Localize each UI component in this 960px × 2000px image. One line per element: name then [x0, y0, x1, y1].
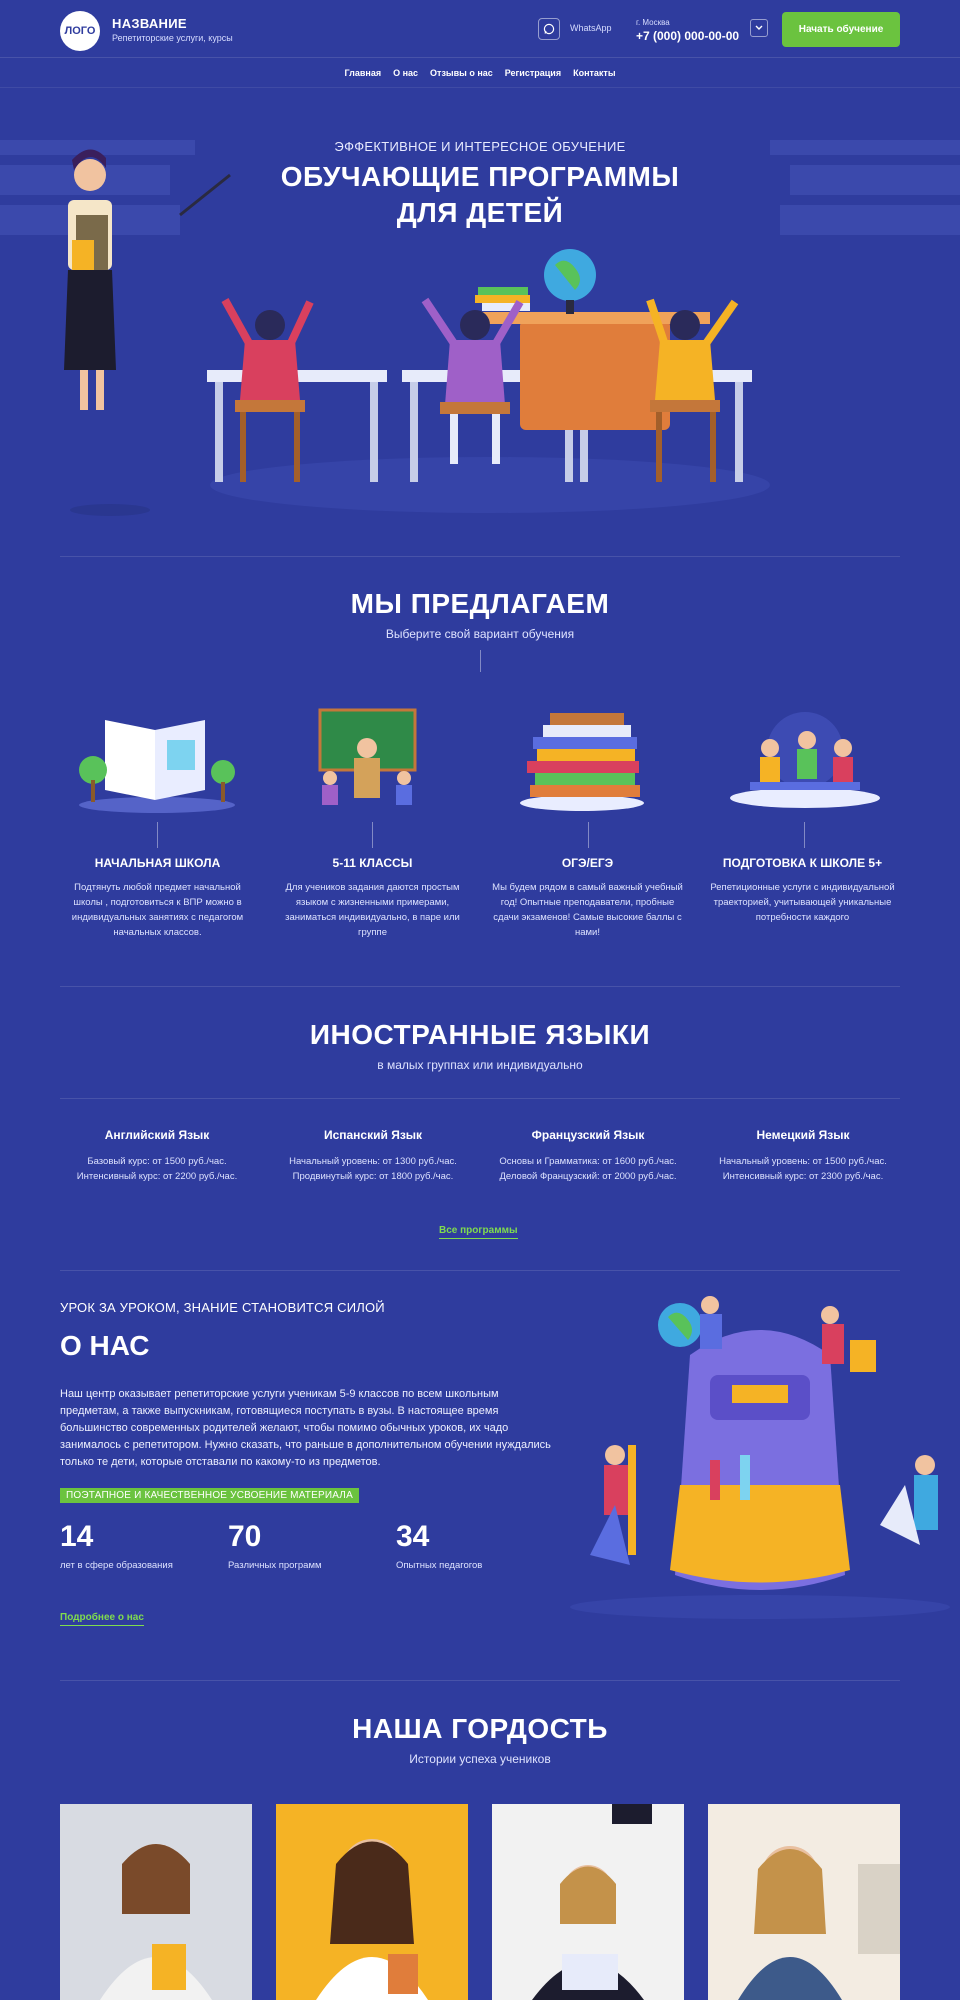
whatsapp-label[interactable]: WhatsApp	[570, 23, 612, 33]
student-photo[interactable]	[708, 1804, 900, 2000]
offer-card-grades-5-11[interactable]: 5-11 КЛАССЫ Для учеников задания даются …	[275, 856, 470, 940]
offer-card-exams[interactable]: ОГЭ/ЕГЭ Мы будем рядом в самый важный уч…	[490, 856, 685, 940]
divider	[60, 986, 900, 987]
language-price: Деловой Французский: от 2000 руб./час.	[499, 1171, 677, 1182]
offer-subtitle: Выберите свой вариант обучения	[385, 627, 575, 641]
nav-item-about[interactable]: О нас	[393, 68, 418, 78]
whatsapp-button[interactable]	[538, 18, 560, 40]
language-price: Начальный уровень: от 1300 руб./час.	[289, 1156, 457, 1167]
card-title: ПОДГОТОВКА К ШКОЛЕ 5+	[722, 856, 883, 870]
card-divider-line	[157, 822, 158, 848]
book-stack-illustration	[520, 713, 644, 811]
nav-item-home[interactable]: Главная	[344, 68, 381, 78]
language-price: Продвинутый курс: от 1800 руб./час.	[292, 1171, 454, 1182]
card-divider-line	[804, 822, 805, 848]
language-price: Начальный уровень: от 1500 руб./час.	[719, 1156, 887, 1167]
hero-title: ОБУЧАЮЩИЕ ПРОГРАММЫ ДЛЯ ДЕТЕЙ	[0, 159, 960, 231]
language-title: Английский Язык	[104, 1128, 210, 1142]
students	[221, 297, 739, 482]
divider	[60, 556, 900, 557]
about-badge: ПОЭТАПНОЕ И КАЧЕСТВЕННОЕ УСВОЕНИЕ МАТЕРИ…	[60, 1488, 359, 1503]
backpack-illustration	[570, 1296, 950, 1619]
hero-title-line-2: ДЛЯ ДЕТЕЙ	[396, 197, 564, 228]
stat-number: 14	[60, 1520, 94, 1553]
brand-name: НАЗВАНИЕ	[112, 16, 187, 31]
chevron-down-icon	[755, 25, 763, 30]
languages-title: ИНОСТРАННЫЕ ЯЗЫКИ	[309, 1019, 651, 1050]
stat-teachers: 34 Опытных педагогов	[396, 1520, 482, 1571]
divider	[60, 1098, 900, 1099]
language-price: Интенсивный курс: от 2200 руб./час.	[76, 1171, 238, 1182]
site-header: ЛОГО НАЗВАНИЕ Репетиторские услуги, курс…	[0, 0, 960, 58]
student-photo[interactable]	[492, 1804, 684, 2000]
phone-number[interactable]: +7 (000) 000-00-00	[636, 29, 739, 43]
card-text: Для учеников задания даются простым язык…	[285, 882, 460, 938]
student-photo[interactable]	[276, 1804, 468, 2000]
nav-item-contacts[interactable]: Контакты	[573, 68, 615, 78]
card-text: Подтянуть любой предмет начальной школы …	[71, 882, 244, 938]
card-divider-line	[372, 822, 373, 848]
stat-label: Различных программ	[228, 1560, 322, 1571]
card-title: НАЧАЛЬНАЯ ШКОЛА	[94, 856, 221, 870]
offer-card-school-prep[interactable]: ПОДГОТОВКА К ШКОЛЕ 5+ Репетиционные услу…	[705, 856, 900, 925]
whatsapp-icon	[543, 23, 555, 35]
all-programs-link[interactable]: Все программы	[439, 1225, 518, 1239]
pride-title: НАША ГОРДОСТЬ	[352, 1713, 608, 1744]
about-more-link[interactable]: Подробнее о нас	[60, 1612, 144, 1626]
language-english[interactable]: Английский Язык Базовый курс: от 1500 ру…	[52, 1128, 262, 1184]
offer-card-primary-school[interactable]: НАЧАЛЬНАЯ ШКОЛА Подтянуть любой предмет …	[60, 856, 255, 940]
stat-label: лет в сфере образования	[60, 1560, 173, 1571]
languages-subtitle: в малых группах или индивидуально	[377, 1058, 583, 1072]
card-text: Репетиционные услуги с индивидуальной тр…	[710, 882, 895, 923]
language-spanish[interactable]: Испанский Язык Начальный уровень: от 130…	[268, 1128, 478, 1184]
card-divider-line	[588, 822, 589, 848]
student-photo[interactable]	[60, 1804, 252, 2000]
card-title: 5-11 КЛАССЫ	[332, 856, 413, 870]
start-learning-button[interactable]: Начать обучение	[782, 12, 900, 47]
language-price: Основы и Грамматика: от 1600 руб./час.	[499, 1156, 677, 1167]
about-title: О НАС	[60, 1330, 150, 1361]
stat-number: 70	[228, 1520, 262, 1553]
pride-subtitle: Истории успеха учеников	[409, 1752, 551, 1766]
logo[interactable]: ЛОГО	[60, 11, 100, 51]
students-reading-illustration	[730, 712, 880, 808]
language-german[interactable]: Немецкий Язык Начальный уровень: от 1500…	[698, 1128, 908, 1184]
hero-title-line-1: ОБУЧАЮЩИЕ ПРОГРАММЫ	[280, 161, 680, 192]
offer-title: МЫ ПРЕДЛАГАЕМ	[350, 588, 610, 619]
card-title: ОГЭ/ЕГЭ	[561, 856, 614, 870]
language-title: Французский Язык	[531, 1128, 645, 1142]
divider	[60, 1270, 900, 1271]
stat-programs: 70 Различных программ	[228, 1520, 322, 1571]
stat-number: 34	[396, 1520, 430, 1553]
language-price: Интенсивный курс: от 2300 руб./час.	[722, 1171, 884, 1182]
language-title: Испанский Язык	[323, 1128, 423, 1142]
city-label: г. Москва	[636, 18, 670, 27]
main-nav: Главная О нас Отзывы о нас Регистрация К…	[0, 58, 960, 88]
nav-item-reviews[interactable]: Отзывы о нас	[430, 68, 493, 78]
stat-years: 14 лет в сфере образования	[60, 1520, 173, 1571]
about-eyebrow: УРОК ЗА УРОКОМ, ЗНАНИЕ СТАНОВИТСЯ СИЛОЙ	[60, 1300, 385, 1315]
hero-eyebrow: ЭФФЕКТИВНОЕ И ИНТЕРЕСНОЕ ОБУЧЕНИЕ	[334, 139, 626, 154]
language-title: Немецкий Язык	[756, 1128, 850, 1142]
card-text: Мы будем рядом в самый важный учебный го…	[492, 882, 683, 938]
nav-item-registration[interactable]: Регистрация	[505, 68, 561, 78]
about-text: Наш центр оказывает репетиторские услуги…	[60, 1388, 551, 1468]
blackboard-teacher-illustration	[318, 708, 417, 805]
offer-divider-line	[480, 650, 481, 672]
open-book-illustration	[79, 720, 235, 813]
brand-subtitle: Репетиторские услуги, курсы	[112, 33, 233, 43]
language-french[interactable]: Французский Язык Основы и Грамматика: от…	[483, 1128, 693, 1184]
divider	[60, 1680, 900, 1681]
stat-label: Опытных педагогов	[396, 1560, 483, 1571]
phone-dropdown-button[interactable]	[750, 19, 768, 37]
language-price: Базовый курс: от 1500 руб./час.	[87, 1156, 227, 1167]
